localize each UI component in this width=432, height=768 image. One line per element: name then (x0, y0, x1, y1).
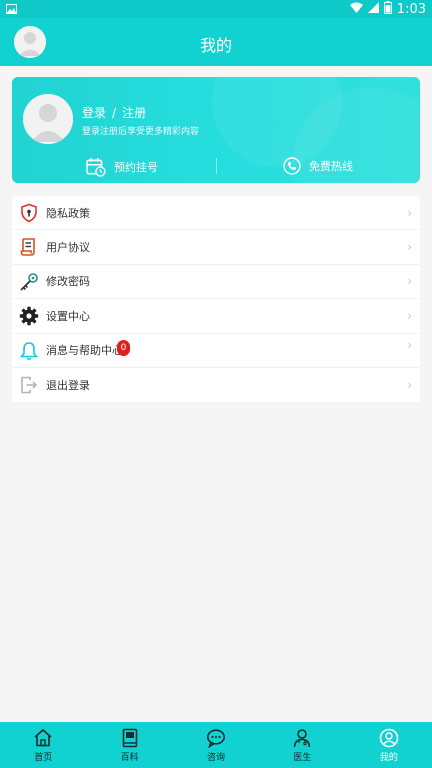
tab-label: 医生 (293, 752, 312, 763)
tab-label: 首页 (34, 752, 53, 763)
user-icon (379, 728, 399, 747)
menu-item-logout[interactable]: 退出登录 › (12, 368, 420, 402)
menu-item-label: 修改密码 (46, 275, 90, 289)
tab-doctor[interactable]: 医生 (259, 722, 345, 768)
chevron-right-icon: › (407, 378, 412, 393)
hotline-label: 免费热线 (309, 160, 353, 173)
profile-avatar[interactable] (23, 94, 73, 144)
login-hint: 登录注册后享受更多精彩内容 (82, 127, 200, 137)
chevron-right-icon: › (407, 274, 412, 289)
login-separator: / (112, 106, 117, 120)
wifi-icon (349, 2, 363, 16)
tab-mine[interactable]: 我的 (346, 722, 432, 768)
gear-icon (19, 306, 39, 326)
tab-label: 百科 (120, 752, 139, 763)
app-header: 我的 (0, 18, 432, 66)
key-icon (20, 272, 38, 291)
avatar-icon (23, 94, 73, 144)
doctor-icon (294, 728, 311, 747)
chevron-right-icon: › (407, 337, 412, 352)
tab-consult[interactable]: 咨询 (173, 722, 259, 768)
page-title: 我的 (199, 36, 232, 55)
chevron-right-icon: › (407, 205, 412, 220)
tab-label: 咨询 (207, 752, 226, 763)
tab-encyclopedia[interactable]: 百科 (86, 722, 172, 768)
menu-item-label: 用户协议 (46, 241, 90, 255)
logout-icon (21, 376, 38, 394)
menu-item-privacy-policy[interactable]: 隐私政策 › (12, 196, 420, 231)
action-divider (216, 158, 217, 174)
signal-icon (367, 2, 379, 16)
chevron-right-icon: › (407, 308, 412, 323)
card-actions: 预约挂号 免费热线 (12, 155, 420, 179)
book-icon (122, 728, 137, 747)
menu-item-label: 退出登录 (46, 379, 90, 393)
battery-icon (383, 1, 392, 17)
gallery-notification-icon (6, 3, 17, 17)
menu-item-label: 设置中心 (46, 309, 90, 323)
bottom-tab-bar: 首页 百科 咨询 医生 我的 (0, 722, 432, 768)
tab-home[interactable]: 首页 (0, 722, 86, 768)
menu-item-change-password[interactable]: 修改密码 › (12, 265, 420, 300)
status-time: 1:03 (396, 1, 426, 17)
hotline-button[interactable]: 免费热线 (283, 157, 353, 175)
unread-badge: 0 (117, 339, 130, 356)
register-link[interactable]: 注册 (122, 106, 146, 120)
calendar-clock-icon (86, 158, 106, 177)
login-link[interactable]: 登录 (82, 106, 106, 120)
appointment-label: 预约挂号 (114, 161, 158, 174)
menu-item-messages-help[interactable]: 消息与帮助中心 0 › (12, 334, 420, 368)
chat-icon (207, 728, 226, 748)
bell-icon (19, 341, 39, 360)
menu-item-label: 消息与帮助中心 (46, 344, 123, 358)
tab-label: 我的 (379, 752, 398, 763)
profile-card: 登录 / 注册 登录注册后享受更多精彩内容 预约挂号 免费热线 (12, 77, 420, 183)
phone-icon (283, 157, 301, 175)
status-bar: 1:03 (0, 0, 432, 18)
menu-item-settings[interactable]: 设置中心 › (12, 299, 420, 334)
appointment-button[interactable]: 预约挂号 (86, 157, 158, 177)
shield-icon (21, 203, 37, 223)
scroll-icon (20, 238, 35, 257)
login-register-line: 登录 / 注册 (82, 104, 146, 121)
home-icon (34, 728, 52, 746)
settings-menu: 隐私政策 › 用户协议 › 修改密码 › 设置中心 › 消息与帮助中心 0 › … (12, 196, 420, 403)
chevron-right-icon: › (407, 240, 412, 255)
menu-item-user-agreement[interactable]: 用户协议 › (12, 230, 420, 265)
menu-item-label: 隐私政策 (46, 206, 90, 220)
